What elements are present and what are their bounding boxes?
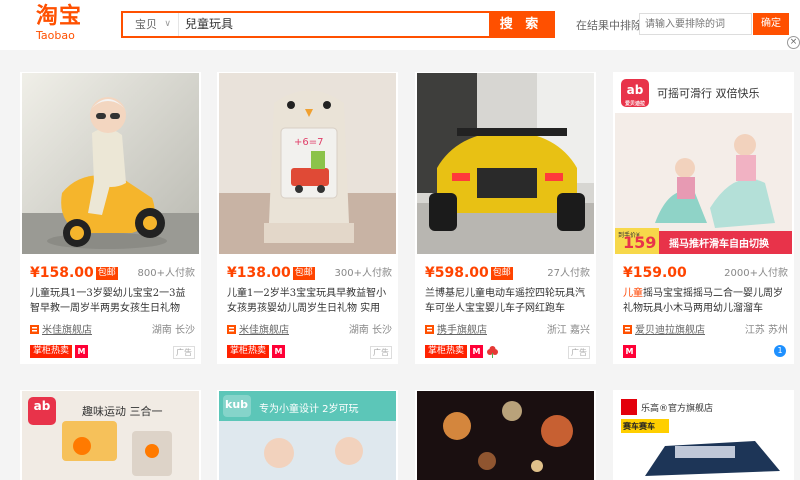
product-card[interactable]: ab 趣味运动 三合一 bbox=[20, 390, 201, 480]
product-title[interactable]: 儿童玩具1一3岁婴幼儿宝宝2一3益智早教一周岁半两男女孩生日礼物 bbox=[30, 286, 195, 316]
price: ¥598.00 bbox=[425, 265, 489, 281]
shop-icon bbox=[623, 325, 632, 334]
product-image[interactable] bbox=[417, 391, 594, 480]
price-row: ¥158.00 包邮 800+人付款 bbox=[30, 262, 195, 281]
shop-link[interactable]: 爱贝迪拉旗舰店 bbox=[635, 325, 705, 336]
shop-icon bbox=[425, 325, 434, 334]
product-card[interactable]: ¥158.00 包邮 800+人付款 儿童玩具1一3岁婴幼儿宝宝2一3益智早教一周… bbox=[20, 72, 201, 364]
product-title-text: 摇马宝宝摇摇马二合一婴儿周岁礼物玩具小木马两用幼儿溜溜车 bbox=[623, 288, 783, 314]
product-image[interactable] bbox=[417, 73, 594, 254]
badge-row: 掌柜热卖 M 广告 bbox=[227, 345, 392, 361]
promo-tag: 赛车赛车 bbox=[623, 422, 655, 431]
free-shipping-tag: 包邮 bbox=[292, 267, 315, 280]
sales-count: 2000+人付款 bbox=[724, 268, 788, 279]
search-scope-dropdown[interactable]: 宝贝 ∨ bbox=[123, 13, 179, 36]
badge-row: M 1 bbox=[623, 345, 788, 361]
promo-headline: 趣味运动 三合一 bbox=[82, 405, 163, 418]
product-card[interactable]: ab 爱贝迪拉 可摇可滑行 双倍快乐 到手价¥ 159 摇马推杆滑车自由切换 ¥… bbox=[613, 72, 794, 364]
badge-row: 掌柜热卖 M 广告 bbox=[30, 345, 195, 361]
shop-icon bbox=[227, 325, 236, 334]
logo-subtext: Taobao bbox=[36, 29, 75, 42]
search-box: 宝贝 ∨ 搜 索 bbox=[121, 11, 555, 38]
product-image[interactable]: kub 专为小童设计 2岁可玩 bbox=[219, 391, 396, 480]
hot-sale-badge: 掌柜热卖 bbox=[425, 345, 468, 358]
shop-icon bbox=[30, 325, 39, 334]
product-title-text: 兰博基尼儿童电动车遥控四轮玩具汽车可坐人宝宝婴儿车子网红跑车 bbox=[425, 288, 585, 314]
top-search-bar: 淘宝 Taobao 宝贝 ∨ 搜 索 在结果中排除 确定 × bbox=[0, 0, 800, 50]
promo-brand-subtext: 爱贝迪拉 bbox=[624, 101, 645, 107]
price-row: ¥138.00 包邮 300+人付款 bbox=[227, 262, 392, 281]
product-image[interactable]: ab 趣味运动 三合一 bbox=[22, 391, 199, 480]
price-row: ¥598.00 包邮 27人付款 bbox=[425, 262, 590, 281]
product-title-text: 儿童1一2岁半3宝宝玩具早教益智小女孩男孩婴幼儿周岁生日礼物 实用 bbox=[227, 288, 387, 314]
search-button[interactable]: 搜 索 bbox=[489, 13, 553, 36]
sales-count: 27人付款 bbox=[547, 268, 590, 279]
product-card[interactable]: ¥598.00 包邮 27人付款 兰博基尼儿童电动车遥控四轮玩具汽车可坐人宝宝婴儿… bbox=[415, 72, 596, 364]
shop-row: 携手旗舰店 浙江 嘉兴 bbox=[425, 321, 590, 336]
chevron-down-icon: ∨ bbox=[164, 19, 171, 29]
shop-link[interactable]: 米佳旗舰店 bbox=[42, 325, 92, 336]
product-title[interactable]: 儿童摇马宝宝摇摇马二合一婴儿周岁礼物玩具小木马两用幼儿溜溜车 bbox=[623, 286, 788, 316]
promo-brand-logo: kub bbox=[225, 398, 249, 411]
search-input[interactable] bbox=[183, 13, 488, 36]
product-title[interactable]: 兰博基尼儿童电动车遥控四轮玩具汽车可坐人宝宝婴儿车子网红跑车 bbox=[425, 286, 590, 316]
tmall-icon: M bbox=[272, 345, 286, 358]
logo-text: 淘宝 bbox=[36, 4, 83, 29]
search-scope-label: 宝贝 bbox=[135, 18, 157, 31]
exclude-label: 在结果中排除 bbox=[576, 19, 642, 32]
tmall-icon: M bbox=[470, 345, 484, 358]
product-image[interactable]: 乐高®官方旗舰店 赛车赛车 bbox=[615, 391, 792, 480]
product-title-text: 儿童玩具1一3岁婴幼儿宝宝2一3益智早教一周岁半两男女孩生日礼物 bbox=[30, 288, 186, 314]
sales-count: 300+人付款 bbox=[334, 268, 392, 279]
product-image[interactable]: ab 爱贝迪拉 可摇可滑行 双倍快乐 到手价¥ 159 摇马推杆滑车自由切换 bbox=[615, 73, 792, 254]
price-row: ¥159.00 2000+人付款 bbox=[623, 262, 788, 281]
shop-location: 江苏 苏州 bbox=[744, 325, 788, 336]
product-card[interactable] bbox=[415, 390, 596, 480]
taobao-logo[interactable]: 淘宝 Taobao bbox=[36, 4, 96, 42]
shop-location: 湖南 长沙 bbox=[151, 325, 195, 336]
promo-headline: 专为小童设计 2岁可玩 bbox=[259, 404, 359, 415]
promo-banner: 摇马推杆滑车自由切换 bbox=[669, 239, 769, 250]
ad-label: 广告 bbox=[370, 346, 392, 359]
promo-headline: 可摇可滑行 双倍快乐 bbox=[657, 87, 760, 100]
price: ¥158.00 bbox=[30, 265, 94, 281]
product-card[interactable]: kub 专为小童设计 2岁可玩 bbox=[217, 390, 398, 480]
exclude-confirm-button[interactable]: 确定 bbox=[753, 13, 789, 35]
product-card[interactable]: 乐高®官方旗舰店 赛车赛车 bbox=[613, 390, 794, 480]
product-card[interactable]: +6=7 ¥138.00 包邮 300+人付款 儿童1一2岁半3宝宝玩具早教益智小… bbox=[217, 72, 398, 364]
price: ¥138.00 bbox=[227, 265, 291, 281]
shop-link[interactable]: 携手旗舰店 bbox=[437, 325, 487, 336]
promo-brand-logo-text: ab bbox=[626, 83, 644, 97]
svg-text:+6=7: +6=7 bbox=[294, 137, 323, 148]
shop-row: 米佳旗舰店 湖南 长沙 bbox=[227, 321, 392, 336]
flower-icon bbox=[487, 346, 499, 358]
shop-location: 湖南 长沙 bbox=[348, 325, 392, 336]
shop-row: 爱贝迪拉旗舰店 江苏 苏州 bbox=[623, 321, 788, 336]
badge-row: 掌柜热卖 M 广告 bbox=[425, 345, 590, 361]
product-image[interactable] bbox=[22, 73, 199, 254]
sales-count: 800+人付款 bbox=[137, 268, 195, 279]
close-icon[interactable]: × bbox=[787, 36, 800, 49]
exclude-input[interactable] bbox=[639, 13, 752, 35]
hot-sale-badge: 掌柜热卖 bbox=[30, 345, 73, 358]
ad-label: 广告 bbox=[173, 346, 195, 359]
free-shipping-tag: 包邮 bbox=[490, 267, 513, 280]
tmall-icon: M bbox=[75, 345, 89, 358]
ad-label: 广告 bbox=[568, 346, 590, 359]
product-title[interactable]: 儿童1一2岁半3宝宝玩具早教益智小女孩男孩婴幼儿周岁生日礼物 实用 bbox=[227, 286, 392, 316]
shop-location: 浙江 嘉兴 bbox=[546, 325, 590, 336]
shop-row: 米佳旗舰店 湖南 长沙 bbox=[30, 321, 195, 336]
product-title-highlight: 儿童 bbox=[623, 288, 643, 299]
tmall-icon: M bbox=[623, 345, 636, 358]
shop-link[interactable]: 米佳旗舰店 bbox=[239, 325, 289, 336]
hot-sale-badge: 掌柜热卖 bbox=[227, 345, 270, 358]
free-shipping-tag: 包邮 bbox=[95, 267, 118, 280]
product-image[interactable]: +6=7 bbox=[219, 73, 396, 254]
info-badge[interactable]: 1 bbox=[774, 345, 786, 357]
store-name: 乐高®官方旗舰店 bbox=[641, 404, 714, 414]
price: ¥159.00 bbox=[623, 265, 687, 281]
promo-brand-logo: ab bbox=[33, 399, 51, 413]
promo-price: 159 bbox=[623, 233, 657, 252]
promo-brand-logo: ab 爱贝迪拉 bbox=[621, 79, 649, 107]
